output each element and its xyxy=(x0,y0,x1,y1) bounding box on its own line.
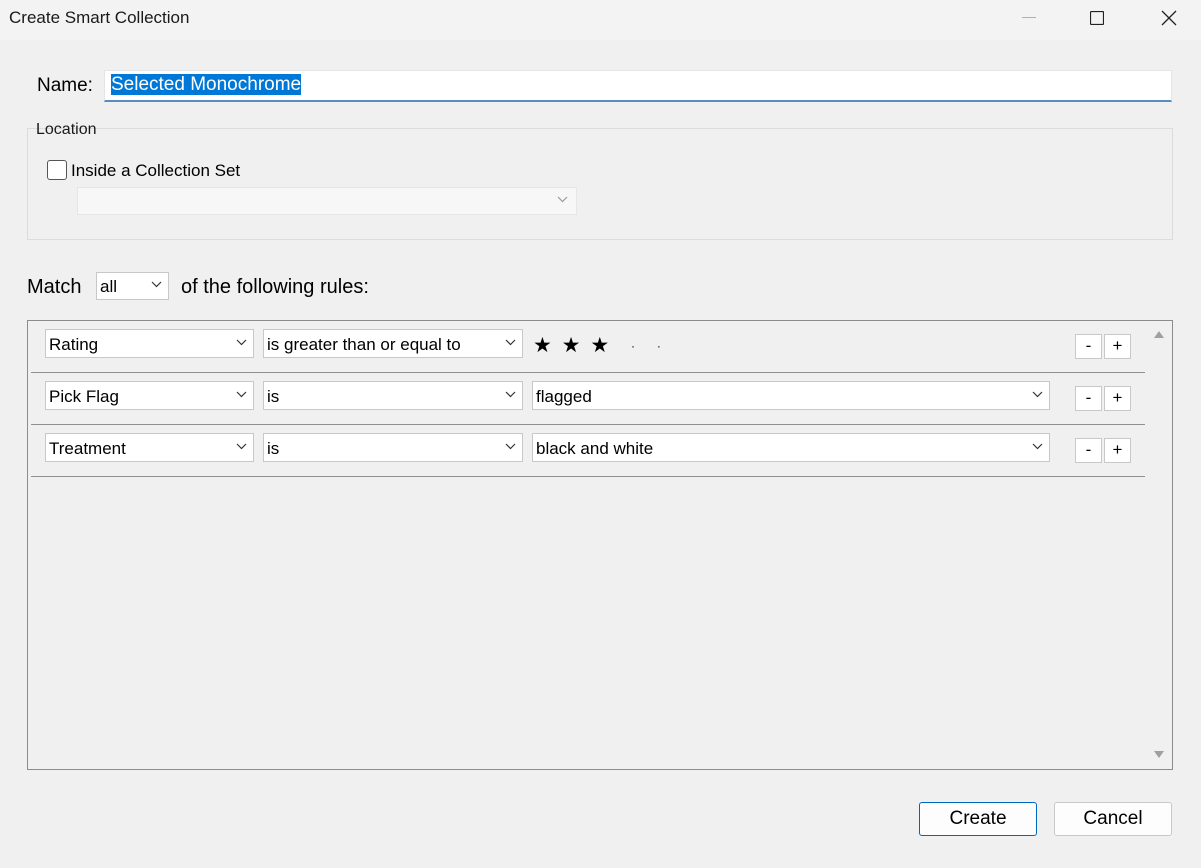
inside-collection-set-checkbox[interactable] xyxy=(47,160,67,180)
name-label: Name: xyxy=(37,75,93,96)
cancel-button[interactable]: Cancel xyxy=(1054,802,1172,836)
chevron-down-icon xyxy=(557,196,568,203)
match-tail-text: of the following rules: xyxy=(181,276,369,298)
chevron-down-icon xyxy=(236,443,247,450)
match-select[interactable]: all xyxy=(96,272,169,300)
scroll-down-icon[interactable] xyxy=(1154,751,1164,758)
rule-value-select[interactable]: black and white xyxy=(532,433,1050,462)
minimize-icon xyxy=(1022,17,1036,18)
rule-operator-select[interactable]: is xyxy=(263,381,523,410)
rule-value-select[interactable]: flagged xyxy=(532,381,1050,410)
rule-value: flagged xyxy=(536,387,592,406)
close-button[interactable] xyxy=(1146,0,1192,36)
rule-operator-select[interactable]: is xyxy=(263,433,523,462)
star-filled-icon[interactable]: ★ xyxy=(590,334,611,357)
match-label: Match xyxy=(27,276,82,298)
star-rating[interactable]: ★ ★ ★ · · xyxy=(533,333,663,358)
rules-list: Rating is greater than or equal to ★ ★ ★… xyxy=(27,320,1173,770)
close-icon xyxy=(1161,10,1177,26)
rule-operator-value: is xyxy=(267,439,280,458)
rule-value: black and white xyxy=(536,439,654,458)
title-bar: Create Smart Collection xyxy=(0,0,1201,40)
rule-row: Treatment is black and white - + xyxy=(31,425,1145,477)
maximize-button[interactable] xyxy=(1074,0,1120,36)
location-legend: Location xyxy=(36,121,97,138)
chevron-down-icon xyxy=(505,391,516,398)
location-group xyxy=(27,128,1173,240)
match-select-value: all xyxy=(100,277,118,296)
name-input[interactable]: Selected Monochrome xyxy=(104,70,1172,102)
add-rule-button[interactable]: + xyxy=(1104,386,1131,411)
rule-field-value: Treatment xyxy=(49,439,126,458)
name-input-value: Selected Monochrome xyxy=(111,74,302,95)
add-rule-button[interactable]: + xyxy=(1104,334,1131,359)
scroll-up-icon[interactable] xyxy=(1154,331,1164,338)
star-filled-icon[interactable]: ★ xyxy=(562,334,583,357)
inside-collection-set-label[interactable]: Inside a Collection Set xyxy=(71,161,240,181)
star-empty-icon[interactable]: · xyxy=(657,339,663,353)
create-button[interactable]: Create xyxy=(919,802,1037,836)
vertical-scrollbar[interactable] xyxy=(1146,321,1172,769)
rule-row: Rating is greater than or equal to ★ ★ ★… xyxy=(31,321,1145,373)
rule-field-value: Rating xyxy=(49,335,99,354)
chevron-down-icon xyxy=(1032,391,1043,398)
rule-field-select[interactable]: Treatment xyxy=(45,433,254,462)
chevron-down-icon xyxy=(236,391,247,398)
chevron-down-icon xyxy=(1032,443,1043,450)
remove-rule-button[interactable]: - xyxy=(1075,386,1102,411)
window-title: Create Smart Collection xyxy=(9,8,190,27)
rule-field-select[interactable]: Rating xyxy=(45,329,254,358)
minimize-button[interactable] xyxy=(1006,0,1052,36)
rule-field-select[interactable]: Pick Flag xyxy=(45,381,254,410)
chevron-down-icon xyxy=(505,443,516,450)
remove-rule-button[interactable]: - xyxy=(1075,334,1102,359)
maximize-icon xyxy=(1090,11,1104,25)
rule-row: Pick Flag is flagged - + xyxy=(31,373,1145,425)
remove-rule-button[interactable]: - xyxy=(1075,438,1102,463)
chevron-down-icon xyxy=(505,339,516,346)
rule-operator-value: is xyxy=(267,387,280,406)
rule-field-value: Pick Flag xyxy=(49,387,119,406)
star-empty-icon[interactable]: · xyxy=(631,339,637,353)
add-rule-button[interactable]: + xyxy=(1104,438,1131,463)
chevron-down-icon xyxy=(151,281,162,288)
rule-operator-select[interactable]: is greater than or equal to xyxy=(263,329,523,358)
chevron-down-icon xyxy=(236,339,247,346)
collection-set-select[interactable] xyxy=(77,187,577,215)
rule-operator-value: is greater than or equal to xyxy=(267,335,461,354)
star-filled-icon[interactable]: ★ xyxy=(533,334,554,357)
